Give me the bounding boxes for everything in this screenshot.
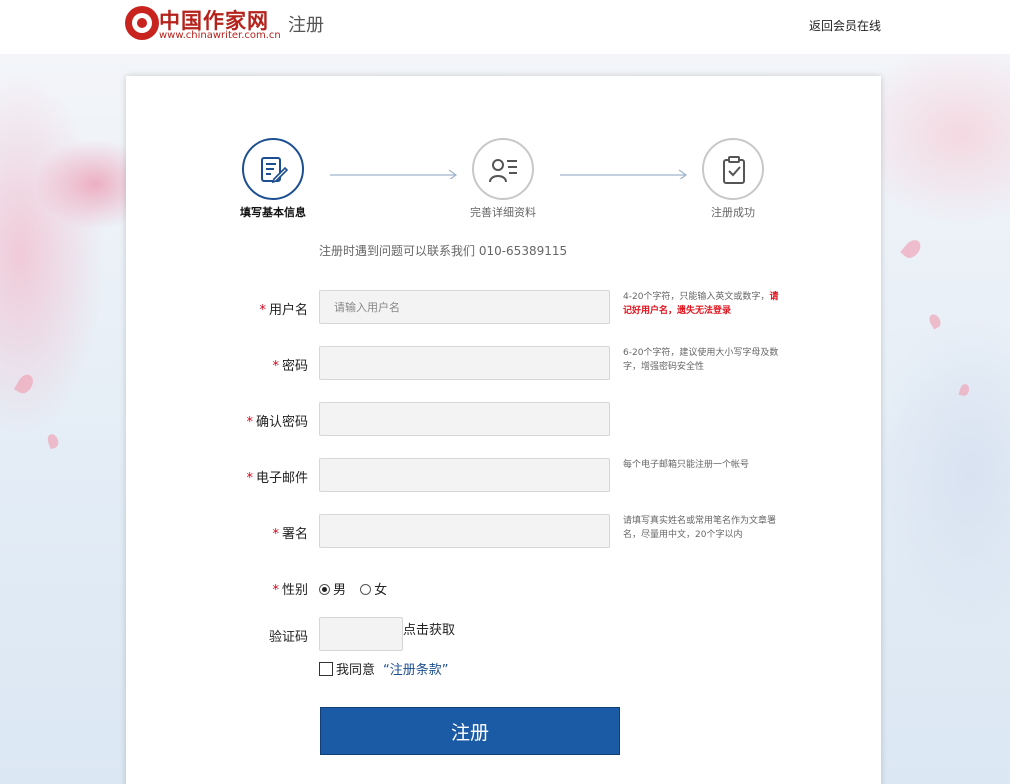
logo-seal-icon [125, 6, 159, 40]
petal-decoration [900, 236, 924, 262]
step-detail-info: 完善详细资料 [453, 138, 553, 220]
step-circle [472, 138, 534, 200]
agreement-row: 我同意 “注册条款” [126, 659, 881, 679]
email-row: * 电子邮件 每个电子邮箱只能注册一个帐号 [126, 458, 881, 492]
step-success: 注册成功 [683, 138, 783, 220]
gender-option-label: 男 [333, 583, 347, 598]
username-hint: 4-20个字符，只能输入英文或数字，请记好用户名，遗失无法登录 [623, 290, 783, 318]
confirm-password-input[interactable] [319, 402, 610, 436]
clipboard-check-icon [723, 156, 745, 184]
password-label: * 密码 [272, 355, 308, 374]
signature-input[interactable] [319, 514, 610, 548]
username-label: * 用户名 [259, 299, 308, 318]
agree-label: 我同意 [336, 663, 376, 678]
agreement: 我同意 “注册条款” [319, 659, 449, 678]
required-mark: * [272, 527, 279, 542]
petal-decoration [958, 383, 971, 397]
captcha-input[interactable] [319, 617, 403, 651]
gender-label: * 性别 [272, 579, 308, 598]
password-input[interactable] [319, 346, 610, 380]
gender-label-text: 性别 [281, 583, 308, 598]
required-mark: * [246, 415, 253, 430]
gender-option-female[interactable]: 女 [360, 579, 387, 598]
signature-label-text: 署名 [281, 527, 308, 542]
password-label-text: 密码 [281, 359, 308, 374]
password-hint: 6-20个字符，建议使用大小写字母及数字，增强密码安全性 [623, 348, 779, 372]
email-hint: 每个电子邮箱只能注册一个帐号 [623, 460, 750, 470]
gender-option-label: 女 [374, 583, 388, 598]
password-row: * 密码 6-20个字符，建议使用大小写字母及数字，增强密码安全性 [126, 346, 881, 380]
gender-row: * 性别 男 女 [126, 570, 881, 604]
register-submit-button[interactable]: 注册 [320, 707, 620, 755]
username-hint-text: 4-20个字符，只能输入英文或数字， [623, 292, 770, 302]
petal-decoration [13, 371, 37, 397]
step-label: 完善详细资料 [470, 206, 536, 219]
radio-selected-icon[interactable] [319, 584, 330, 595]
profile-card-icon [489, 159, 517, 183]
captcha-label: 验证码 [268, 630, 308, 645]
email-label: * 电子邮件 [246, 467, 308, 486]
step-arrow [560, 169, 688, 179]
get-captcha-link[interactable]: 点击获取 [403, 619, 455, 638]
site-logo[interactable]: 中国作家网 www.chinawriter.com.cn [125, 4, 281, 44]
signature-label: * 署名 [272, 523, 308, 542]
confirm-password-row: * 确认密码 [126, 402, 881, 436]
confirm-password-label-text: 确认密码 [255, 415, 308, 430]
step-circle [242, 138, 304, 200]
back-to-member-link[interactable]: 返回会员在线 [809, 17, 881, 34]
required-mark: * [246, 471, 253, 486]
contact-notice: 注册时遇到问题可以联系我们 010-65389115 [319, 244, 568, 258]
signature-row: * 署名 请填写真实姓名或常用笔名作为文章署名，尽量用中文，20个字以内 [126, 514, 881, 548]
radio-unselected-icon[interactable] [360, 584, 372, 595]
page-title: 注册 [288, 15, 324, 36]
petal-decoration [927, 312, 943, 330]
captcha-row: 验证码 点击获取 [126, 617, 881, 651]
petal-decoration [45, 432, 61, 450]
edit-document-icon [261, 157, 289, 184]
step-circle [702, 138, 764, 200]
required-mark: * [272, 583, 279, 598]
required-mark: * [272, 359, 279, 374]
step-label: 注册成功 [711, 206, 755, 219]
gender-option-male[interactable]: 男 [319, 579, 346, 598]
agree-checkbox[interactable] [319, 662, 333, 676]
signature-hint: 请填写真实姓名或常用笔名作为文章署名，尽量用中文，20个字以内 [623, 516, 777, 540]
email-input[interactable] [319, 458, 610, 492]
terms-link[interactable]: “注册条款” [383, 663, 448, 678]
username-label-text: 用户名 [268, 303, 308, 318]
step-label: 填写基本信息 [240, 206, 306, 219]
confirm-password-label: * 确认密码 [246, 411, 308, 430]
username-row: *用户名 4-20个字符，只能输入英文或数字，请记好用户名，遗失无法登录 [126, 290, 881, 324]
email-label-text: 电子邮件 [255, 471, 308, 486]
gender-radio-group: 男 女 [319, 579, 397, 598]
step-basic-info: 填写基本信息 [223, 138, 323, 220]
registration-card: 填写基本信息 完善详细资料 注册成功 注册时遇到问题可以联系我们 010-653… [126, 76, 881, 784]
top-header: 中国作家网 www.chinawriter.com.cn 注册 返回会员在线 [0, 0, 1010, 54]
required-mark: * [259, 303, 266, 318]
username-input[interactable] [319, 290, 610, 324]
step-arrow [330, 169, 458, 179]
logo-url: www.chinawriter.com.cn [159, 30, 281, 41]
